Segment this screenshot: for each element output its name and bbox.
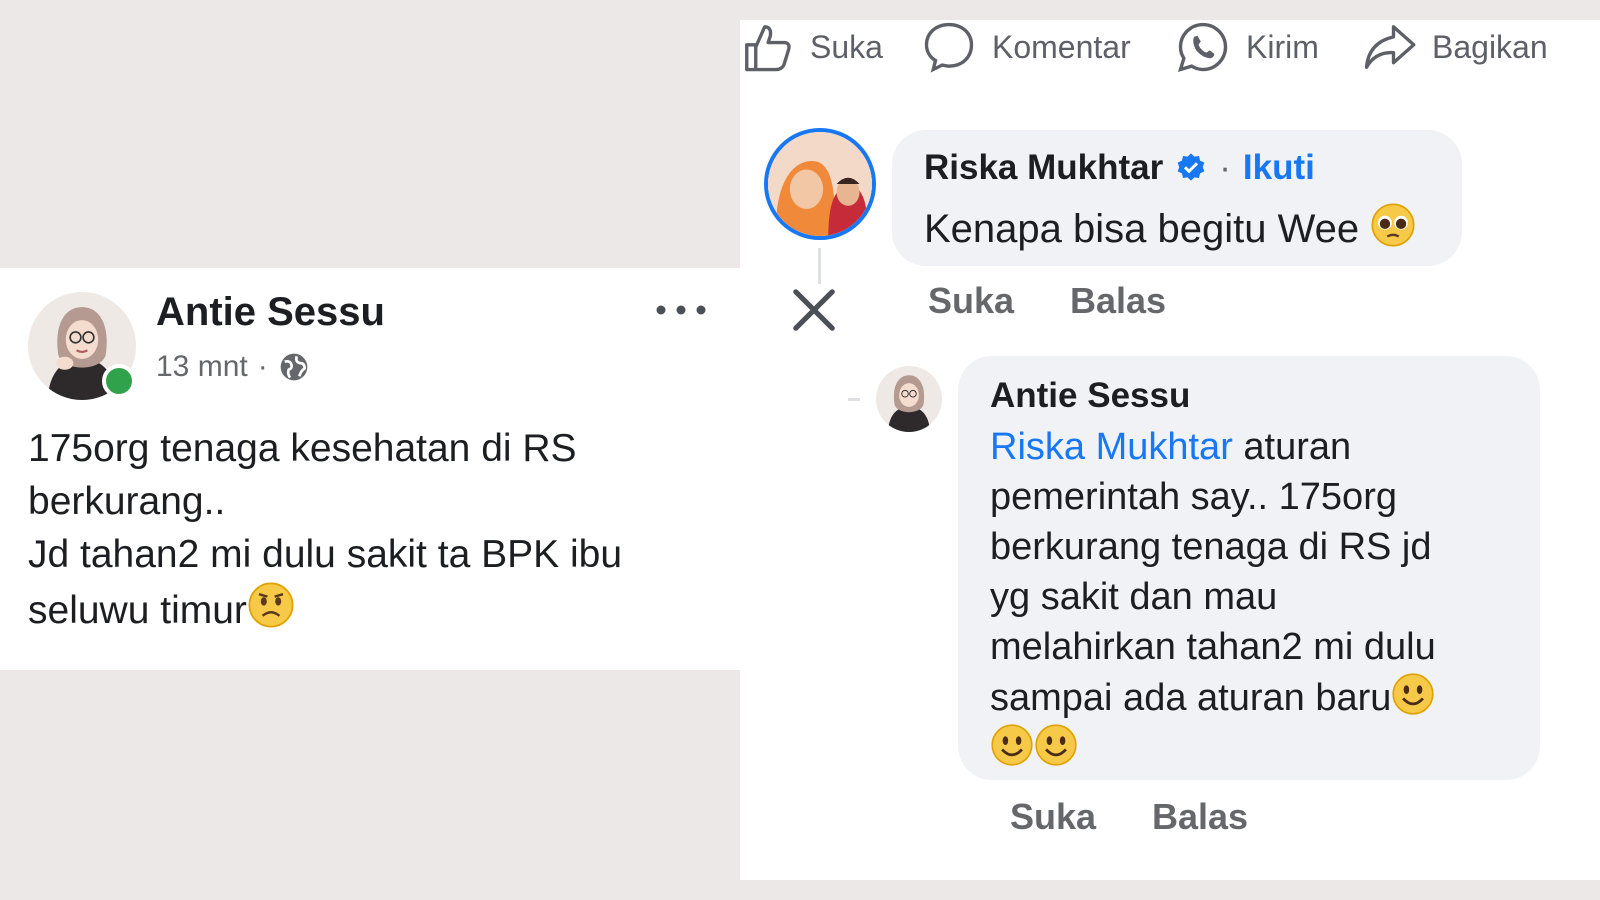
- reply-connector: [848, 398, 860, 401]
- more-horizontal-icon: [656, 305, 706, 315]
- meta-separator: ·: [257, 350, 268, 383]
- follow-button[interactable]: Ikuti: [1243, 148, 1315, 188]
- reply-line: yg sakit dan mau: [990, 576, 1278, 618]
- share-action-button[interactable]: Bagikan: [1362, 20, 1548, 74]
- riska-avatar[interactable]: [764, 128, 876, 240]
- riska-like-button[interactable]: Suka: [928, 280, 1014, 322]
- comment-action-button[interactable]: Komentar: [922, 20, 1131, 74]
- close-icon: [793, 289, 835, 331]
- online-status-dot: [102, 364, 136, 398]
- post-line: seluwu timur: [28, 581, 622, 637]
- avatar-photo: [768, 132, 872, 236]
- share-icon: [1364, 25, 1416, 69]
- like-action-button[interactable]: Suka: [740, 20, 883, 74]
- reply-line: Riska Mukhtar aturan: [990, 422, 1530, 472]
- verified-badge-icon: [1177, 153, 1205, 181]
- reply-emoji-line: [990, 723, 1530, 773]
- mention-link[interactable]: Riska Mukhtar: [990, 426, 1233, 468]
- comment-bubble-antie: Antie Sessu Riska Mukhtar aturan pemerin…: [958, 356, 1540, 780]
- post-card: Antie Sessu 13 mnt · 175org tenaga keseh…: [0, 268, 740, 670]
- antie-reply-button[interactable]: Balas: [1152, 796, 1248, 838]
- comment-icon: [924, 22, 974, 73]
- comment-thread-panel: Suka Komentar Kirim Bagikan Riska Mukhta…: [740, 20, 1600, 880]
- comment-action-label: Komentar: [992, 28, 1131, 65]
- close-button[interactable]: [788, 284, 840, 336]
- post-time[interactable]: 13 mnt: [156, 350, 248, 384]
- reply-line-text: aturan: [1232, 426, 1352, 468]
- riska-comment-body: Kenapa bisa begitu Wee: [924, 207, 1360, 251]
- post-line-text: seluwu timur: [28, 589, 247, 632]
- comment-bubble-riska: Riska Mukhtar · Ikuti Kenapa bisa begitu…: [892, 130, 1462, 266]
- like-action-label: Suka: [810, 28, 883, 65]
- send-action-label: Kirim: [1246, 28, 1319, 65]
- post-line: berkurang..: [28, 480, 226, 523]
- post-meta: 13 mnt ·: [156, 350, 310, 384]
- reply-line-text: sampai ada aturan baru: [990, 677, 1392, 719]
- post-text: 175org tenaga kesehatan di RS berkurang.…: [28, 422, 622, 637]
- more-options-button[interactable]: [656, 298, 712, 322]
- send-action-button[interactable]: Kirim: [1176, 20, 1319, 74]
- worried-face-emoji: [248, 582, 294, 628]
- smiling-face-emoji: [991, 724, 1033, 766]
- follow-separator: ·: [1219, 148, 1231, 187]
- smiling-face-emoji: [1392, 673, 1434, 715]
- whatsapp-icon: [1177, 22, 1228, 73]
- riska-reply-button[interactable]: Balas: [1070, 280, 1166, 322]
- post-line: Jd tahan2 mi dulu sakit ta BPK ibu: [28, 533, 623, 576]
- reply-line: berkurang tenaga di RS jd: [990, 526, 1432, 568]
- antie-reply-avatar[interactable]: [876, 366, 942, 432]
- globe-icon[interactable]: [278, 351, 310, 383]
- riska-comment-text: Kenapa bisa begitu Wee: [924, 202, 1416, 252]
- riska-name[interactable]: Riska Mukhtar: [924, 148, 1163, 188]
- reply-line: melahirkan tahan2 mi dulu: [990, 626, 1436, 668]
- pleading-face-emoji: [1371, 203, 1415, 247]
- avatar-illustration: [876, 366, 942, 432]
- reply-line: pemerintah say.. 175org: [990, 476, 1397, 518]
- post-author-name[interactable]: Antie Sessu: [156, 290, 385, 335]
- like-icon: [745, 25, 791, 72]
- thread-line: [818, 248, 821, 284]
- antie-reply-text: Riska Mukhtar aturan pemerintah say.. 17…: [990, 422, 1530, 773]
- post-line: 175org tenaga kesehatan di RS: [28, 427, 577, 470]
- antie-reply-name[interactable]: Antie Sessu: [990, 376, 1190, 416]
- riska-header: Riska Mukhtar · Ikuti: [924, 148, 1315, 188]
- smiling-face-emoji: [1035, 724, 1077, 766]
- antie-like-button[interactable]: Suka: [1010, 796, 1096, 838]
- share-action-label: Bagikan: [1432, 28, 1548, 65]
- reply-line: sampai ada aturan baru: [990, 672, 1530, 723]
